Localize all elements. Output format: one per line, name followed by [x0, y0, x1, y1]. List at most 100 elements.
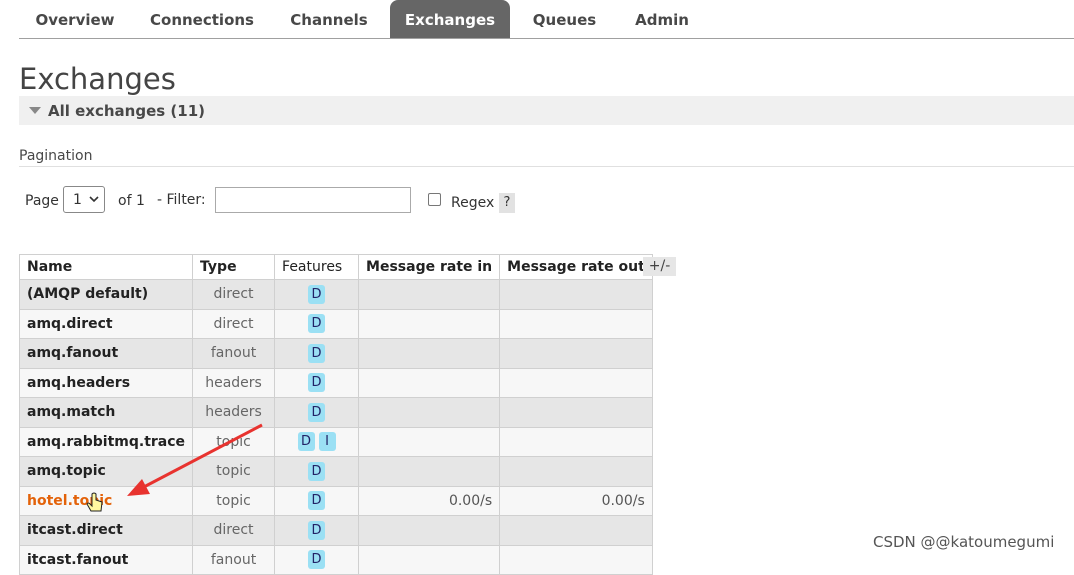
message-rate-in [358, 456, 501, 487]
table-row[interactable]: amq.match headers D [18, 397, 653, 428]
message-rate-in [358, 338, 501, 369]
exchange-name-link[interactable]: amq.fanout [18, 338, 194, 369]
message-rate-out [499, 426, 653, 457]
exchange-type: direct [192, 308, 276, 339]
column-header-rate-in[interactable]: Message rate in [358, 254, 501, 280]
page-label: Page [25, 193, 59, 209]
durable-badge[interactable]: D [297, 432, 315, 452]
filter-input[interactable] [215, 187, 411, 213]
regex-label: Regex [451, 195, 495, 211]
exchanges-table: Name Type Features Message rate in Messa… [18, 254, 653, 575]
durable-badge[interactable]: D [308, 550, 326, 570]
exchange-features: D [274, 367, 360, 398]
watermark: CSDN @@katoumegumi [873, 533, 1055, 551]
table-row[interactable]: amq.fanout fanout D [18, 338, 653, 369]
message-rate-out [499, 338, 653, 369]
durable-badge[interactable]: D [308, 520, 326, 540]
exchange-name-link[interactable]: (AMQP default) [18, 279, 194, 310]
exchange-features: DI [274, 426, 360, 457]
exchange-type: headers [192, 397, 276, 428]
durable-badge[interactable]: D [308, 373, 326, 393]
message-rate-out [499, 279, 653, 310]
regex-checkbox[interactable] [428, 193, 441, 206]
message-rate-out [499, 397, 653, 428]
table-row[interactable]: hotel.topic topic D 0.00/s 0.00/s [18, 485, 653, 516]
section-label: All exchanges (11) [48, 102, 205, 120]
page-title: Exchanges [19, 62, 176, 96]
table-row[interactable]: amq.headers headers D [18, 367, 653, 398]
exchange-features: D [274, 456, 360, 487]
exchange-type: direct [192, 515, 276, 546]
durable-badge[interactable]: D [308, 402, 326, 422]
table-row[interactable]: amq.direct direct D [18, 308, 653, 339]
message-rate-in: 0.00/s [358, 485, 501, 516]
tab-queues[interactable]: Queues [513, 0, 616, 38]
exchange-features: D [274, 338, 360, 369]
message-rate-in [358, 426, 501, 457]
exchange-features: D [274, 485, 360, 516]
exchange-type: fanout [192, 544, 276, 575]
exchange-type: topic [192, 456, 276, 487]
exchange-type: headers [192, 367, 276, 398]
page-select-value: 1 [73, 192, 82, 208]
message-rate-in [358, 367, 501, 398]
durable-badge[interactable]: D [308, 491, 326, 511]
message-rate-out [499, 544, 653, 575]
durable-badge[interactable]: D [308, 284, 326, 304]
table-header-row: Name Type Features Message rate in Messa… [18, 254, 653, 280]
exchange-type: topic [192, 426, 276, 457]
all-exchanges-toggle[interactable]: All exchanges (11) [19, 96, 1074, 125]
tab-channels[interactable]: Channels [273, 0, 385, 38]
exchange-name-link[interactable]: amq.rabbitmq.trace [18, 426, 194, 457]
message-rate-in [358, 397, 501, 428]
message-rate-out [499, 515, 653, 546]
column-header-type[interactable]: Type [192, 254, 276, 280]
message-rate-out [499, 367, 653, 398]
exchange-features: D [274, 544, 360, 575]
durable-badge[interactable]: D [308, 343, 326, 363]
durable-badge[interactable]: D [308, 314, 326, 334]
exchange-features: D [274, 397, 360, 428]
top-nav: Overview Connections Channels Exchanges … [19, 0, 1074, 39]
internal-badge[interactable]: I [318, 432, 336, 452]
message-rate-out [499, 308, 653, 339]
column-header-rate-out[interactable]: Message rate out [499, 254, 653, 280]
column-header-name[interactable]: Name [18, 254, 194, 280]
tab-connections[interactable]: Connections [133, 0, 271, 38]
exchange-name-link[interactable]: amq.direct [18, 308, 194, 339]
message-rate-out: 0.00/s [499, 485, 653, 516]
exchange-name-link[interactable]: itcast.direct [18, 515, 194, 546]
table-row[interactable]: itcast.direct direct D [18, 515, 653, 546]
exchange-name-link[interactable]: hotel.topic [18, 485, 194, 516]
durable-badge[interactable]: D [308, 461, 326, 481]
table-row[interactable]: itcast.fanout fanout D [18, 544, 653, 575]
tab-exchanges[interactable]: Exchanges [390, 0, 510, 38]
exchange-type: direct [192, 279, 276, 310]
pagination-title: Pagination [19, 148, 93, 164]
message-rate-in [358, 279, 501, 310]
chevron-down-icon [89, 196, 99, 203]
page-select[interactable]: 1 [63, 186, 105, 213]
exchange-type: topic [192, 485, 276, 516]
message-rate-out [499, 456, 653, 487]
tab-overview[interactable]: Overview [19, 0, 131, 38]
exchange-features: D [274, 515, 360, 546]
column-toggle-button[interactable]: +/- [643, 257, 676, 276]
exchange-name-link[interactable]: itcast.fanout [18, 544, 194, 575]
divider [19, 166, 1074, 167]
message-rate-in [358, 544, 501, 575]
filter-label: - Filter: [157, 192, 206, 208]
table-row[interactable]: amq.topic topic D [18, 456, 653, 487]
table-row[interactable]: (AMQP default) direct D [18, 279, 653, 310]
table-row[interactable]: amq.rabbitmq.trace topic D I [18, 426, 653, 457]
exchange-features: D [274, 279, 360, 310]
tab-admin[interactable]: Admin [619, 0, 705, 38]
exchange-features: D [274, 308, 360, 339]
column-header-features: Features [274, 254, 360, 280]
exchange-name-link[interactable]: amq.topic [18, 456, 194, 487]
exchange-name-link[interactable]: amq.headers [18, 367, 194, 398]
message-rate-in [358, 515, 501, 546]
exchange-type: fanout [192, 338, 276, 369]
exchange-name-link[interactable]: amq.match [18, 397, 194, 428]
help-button[interactable]: ? [499, 193, 515, 213]
